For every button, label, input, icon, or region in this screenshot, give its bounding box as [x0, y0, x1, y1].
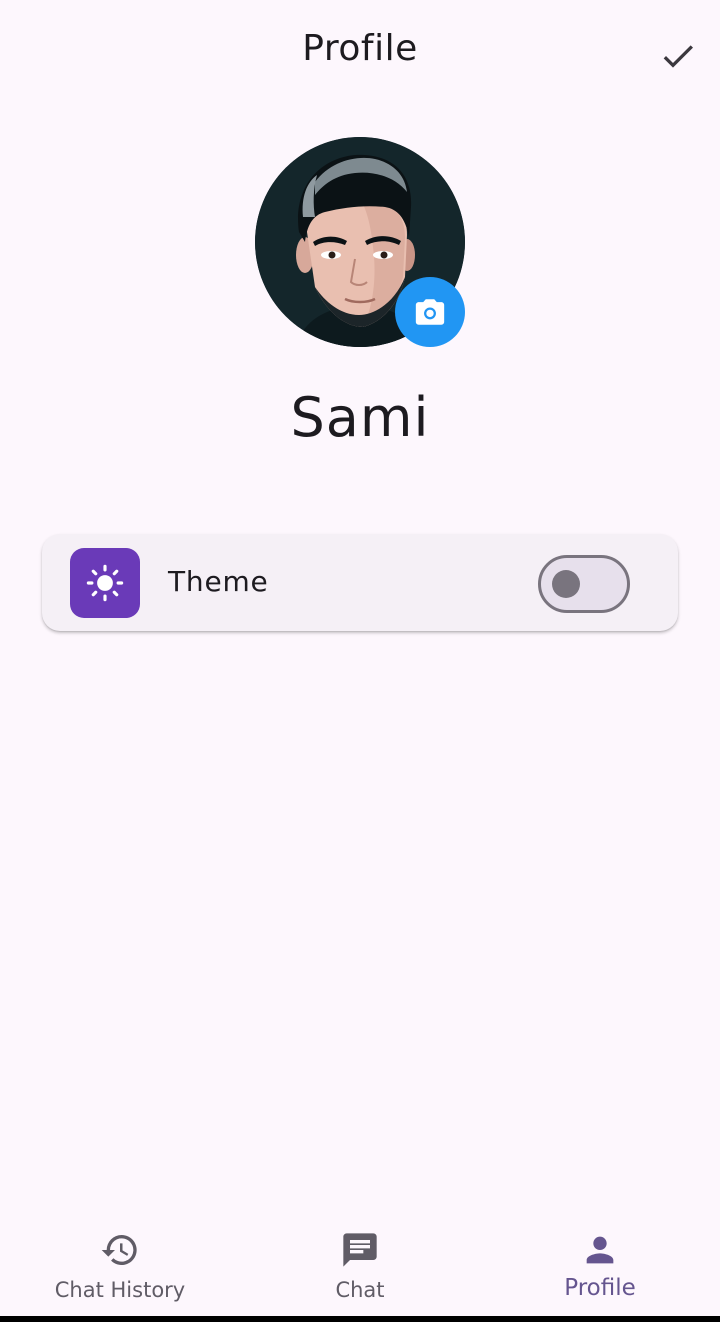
history-icon — [101, 1235, 137, 1265]
chat-icon — [343, 1233, 377, 1267]
nav-item-chat-history[interactable]: Chat History — [0, 1216, 240, 1316]
nav-label-chat: Chat — [335, 1278, 385, 1302]
nav-label-chat-history: Chat History — [54, 1278, 186, 1302]
sun-icon — [86, 564, 124, 602]
avatar-container — [255, 137, 465, 347]
change-photo-button[interactable] — [395, 277, 465, 347]
save-button[interactable] — [650, 28, 706, 84]
nav-item-profile[interactable]: Profile — [480, 1216, 720, 1316]
bottom-navigation: Chat History Chat Profile — [0, 1216, 720, 1316]
theme-setting-card: Theme — [42, 534, 678, 631]
profile-screen: Profile Sami Theme Chat History Chat Pro… — [0, 0, 720, 1322]
user-name: Sami — [290, 386, 430, 449]
app-bar: Profile — [0, 0, 720, 106]
theme-toggle[interactable] — [538, 555, 630, 613]
nav-label-profile: Profile — [564, 1275, 636, 1301]
theme-icon-box — [70, 548, 140, 618]
theme-label: Theme — [168, 565, 269, 598]
nav-item-chat[interactable]: Chat — [240, 1216, 480, 1316]
person-icon — [586, 1236, 614, 1264]
system-gesture-bar — [0, 1316, 720, 1322]
check-icon — [663, 45, 693, 68]
page-title: Profile — [302, 28, 418, 69]
theme-toggle-knob — [552, 570, 580, 598]
camera-icon — [415, 299, 445, 325]
